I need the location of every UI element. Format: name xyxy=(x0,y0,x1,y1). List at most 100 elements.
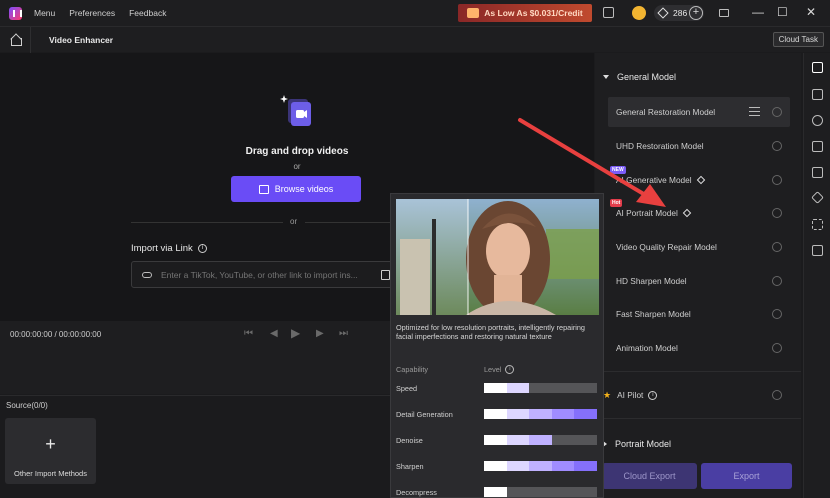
model-fast-sharpen[interactable]: Fast Sharpen Model xyxy=(608,299,790,329)
settings-icon[interactable] xyxy=(719,9,729,17)
eraser-tool-icon[interactable] xyxy=(811,191,824,204)
video-enhancer-tool-icon[interactable] xyxy=(812,62,823,73)
info-icon[interactable]: i xyxy=(197,244,207,253)
cloud-task-button[interactable]: Cloud Task xyxy=(772,32,824,47)
other-import-label: Other Import Methods xyxy=(14,469,87,478)
drag-drop-title: Drag and drop videos xyxy=(245,146,349,157)
model-description: Optimized for low resolution portraits, … xyxy=(396,323,585,341)
minimize-button[interactable]: — xyxy=(752,5,764,19)
frame-tool-icon[interactable] xyxy=(812,141,823,152)
model-label: AI Generative Model xyxy=(616,175,692,185)
skip-back-icon[interactable]: ⏮ xyxy=(244,328,253,339)
model-radio[interactable] xyxy=(772,343,782,353)
link-input-box[interactable] xyxy=(131,261,399,288)
section-title: Portrait Model xyxy=(615,439,672,449)
paste-icon[interactable] xyxy=(381,270,390,280)
general-model-section[interactable]: General Model xyxy=(603,72,676,82)
level-segment xyxy=(551,409,575,419)
model-video-quality-repair[interactable]: Video Quality Repair Model xyxy=(608,232,790,262)
model-radio[interactable] xyxy=(772,107,782,117)
capability-label: Detail Generation xyxy=(396,410,453,419)
model-radio[interactable] xyxy=(772,208,782,218)
model-radio[interactable] xyxy=(772,276,782,286)
model-info-popover: Optimized for low resolution portraits, … xyxy=(390,193,604,498)
capability-label: Decompress xyxy=(396,488,437,497)
browse-videos-button[interactable]: Browse videos xyxy=(231,176,361,202)
add-credits-button[interactable]: + xyxy=(689,6,703,20)
model-label: Video Quality Repair Model xyxy=(616,242,717,252)
avatar[interactable] xyxy=(632,6,646,20)
model-hd-sharpen[interactable]: HD Sharpen Model xyxy=(608,266,790,296)
next-frame-icon[interactable]: ▶ xyxy=(316,328,324,339)
model-radio[interactable] xyxy=(772,175,782,185)
promo-banner[interactable]: As Low As $0.031/Credit xyxy=(458,4,592,22)
cloud-export-button[interactable]: Cloud Export xyxy=(602,463,697,489)
hot-badge: Hot xyxy=(610,199,623,207)
model-general-restoration[interactable]: General Restoration Model xyxy=(608,97,790,127)
premium-diamond-icon xyxy=(682,208,692,218)
divider xyxy=(30,26,31,53)
model-uhd-restoration[interactable]: UHD Restoration Model xyxy=(608,131,790,161)
model-label: AI Portrait Model xyxy=(616,208,678,218)
other-import-tile[interactable]: + Other Import Methods xyxy=(5,418,96,484)
level-segment xyxy=(506,435,530,445)
info-icon[interactable]: i xyxy=(505,365,515,374)
level-header: Level i xyxy=(484,365,515,374)
credits-value: 286 xyxy=(673,8,688,18)
model-ai-generative[interactable]: NEW AI Generative Model xyxy=(608,165,790,195)
preferences-button[interactable]: Preferences xyxy=(69,8,115,18)
interpolation-tool-icon[interactable] xyxy=(812,89,823,100)
page-title: Video Enhancer xyxy=(49,34,114,45)
edit-tool-icon[interactable] xyxy=(812,167,823,178)
import-link-text: Import via Link xyxy=(131,243,193,254)
home-icon[interactable] xyxy=(9,33,22,46)
capability-level-bar xyxy=(484,435,597,445)
divider xyxy=(595,371,801,372)
portrait-model-section[interactable]: Portrait Model xyxy=(603,439,671,449)
source-count: Source(0/0) xyxy=(6,401,48,410)
model-radio[interactable] xyxy=(772,242,782,252)
model-label: HD Sharpen Model xyxy=(616,276,687,286)
tool-strip xyxy=(803,53,830,498)
maximize-button[interactable]: ☐ xyxy=(777,5,788,19)
model-radio[interactable] xyxy=(772,309,782,319)
message-icon[interactable] xyxy=(603,7,614,18)
play-icon[interactable]: ▶ xyxy=(291,326,300,340)
or-text: or xyxy=(293,162,301,171)
prev-frame-icon[interactable]: ◀ xyxy=(270,328,278,339)
model-label: Fast Sharpen Model xyxy=(616,309,691,319)
ai-pilot-row[interactable]: ★ AI Pilot i xyxy=(595,380,790,410)
skip-forward-icon[interactable]: ⏭ xyxy=(339,328,348,339)
capability-label: Speed xyxy=(396,384,418,393)
info-icon[interactable]: i xyxy=(648,390,658,400)
divider-right xyxy=(305,222,399,223)
caret-down-icon xyxy=(603,75,609,79)
model-animation[interactable]: Animation Model xyxy=(608,333,790,363)
link-input[interactable] xyxy=(161,269,361,280)
credits-counter[interactable]: 286 + xyxy=(654,5,704,21)
sub-header: Video Enhancer Cloud Task xyxy=(0,26,830,53)
level-segment xyxy=(506,383,530,393)
colorize-tool-icon[interactable] xyxy=(812,115,823,126)
menu-button[interactable]: Menu xyxy=(34,8,55,18)
crop-tool-icon[interactable] xyxy=(812,219,823,230)
level-segment xyxy=(574,461,597,471)
section-title: General Model xyxy=(617,72,677,82)
model-panel: General Model General Restoration Model … xyxy=(595,53,801,498)
capability-level-bar xyxy=(484,487,597,497)
level-segment xyxy=(529,409,552,419)
video-gen-tool-icon[interactable] xyxy=(812,245,823,256)
capability-label: Denoise xyxy=(396,436,423,445)
model-radio[interactable] xyxy=(772,141,782,151)
star-icon: ★ xyxy=(603,389,612,400)
close-button[interactable]: ✕ xyxy=(806,5,816,19)
level-segment xyxy=(506,461,530,471)
feedback-button[interactable]: Feedback xyxy=(129,8,166,18)
sliders-icon[interactable] xyxy=(749,107,760,116)
export-button[interactable]: Export xyxy=(701,463,792,489)
ai-pilot-radio[interactable] xyxy=(772,390,782,400)
model-ai-portrait[interactable]: Hot AI Portrait Model xyxy=(608,198,790,228)
or-divider-text: or xyxy=(290,217,298,226)
browse-label: Browse videos xyxy=(274,184,334,194)
level-segment xyxy=(551,461,575,471)
